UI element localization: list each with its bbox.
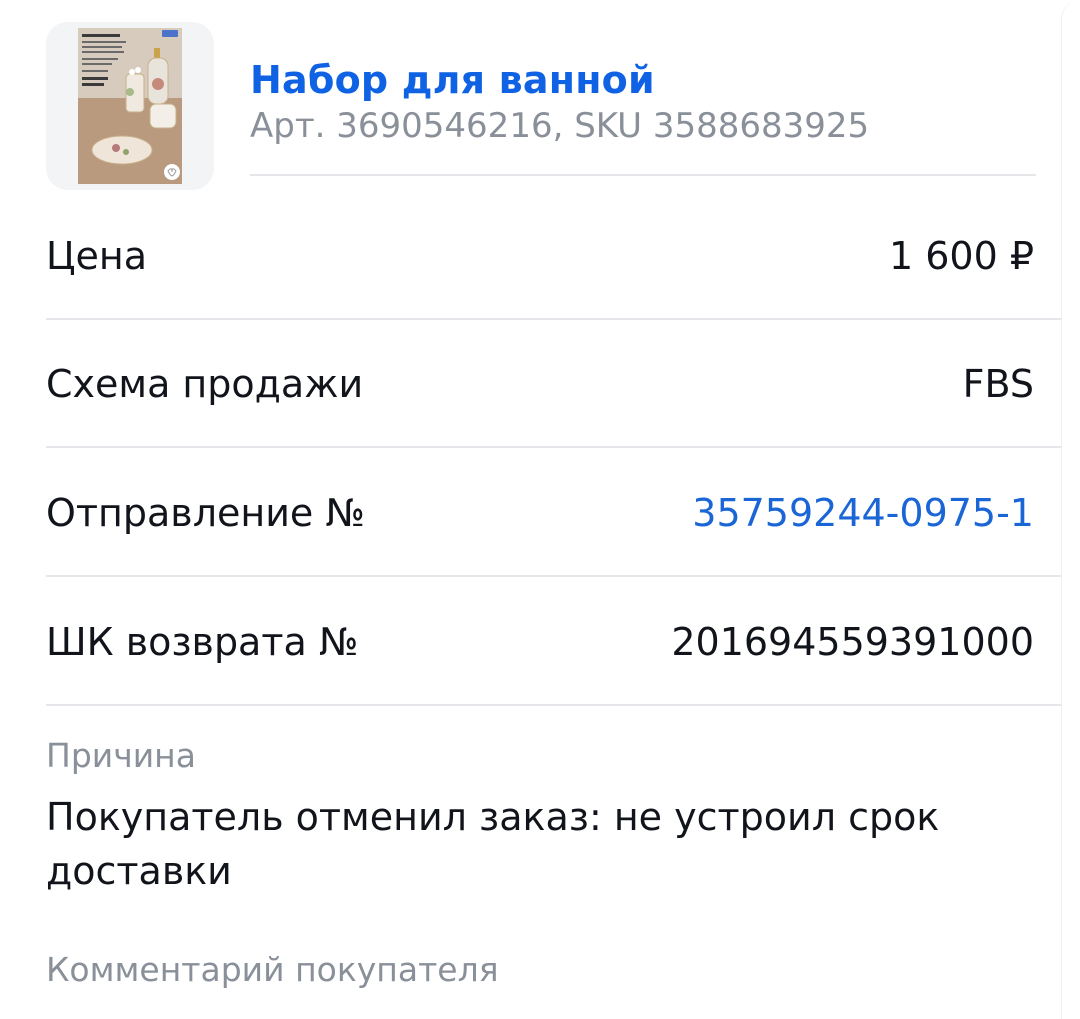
divider — [46, 446, 1080, 448]
sales-scheme-value: FBS — [962, 362, 1034, 406]
product-article-sku: Арт. 3690546216, SKU 3588683925 — [250, 106, 870, 146]
buyer-comment-caption: Комментарий покупателя — [46, 950, 499, 989]
return-details-card: Набор для ванной Арт. 3690546216, SKU 35… — [0, 0, 1080, 1019]
price-label: Цена — [46, 234, 148, 278]
shipment-number-link[interactable]: 35759244-0975-1 — [692, 491, 1034, 535]
divider — [46, 704, 1080, 706]
product-thumbnail[interactable] — [46, 22, 214, 190]
price-row: Цена 1 600 ₽ — [46, 192, 1080, 320]
divider — [250, 174, 1036, 176]
return-barcode-label: ШК возврата № — [46, 620, 359, 664]
product-header[interactable]: Набор для ванной Арт. 3690546216, SKU 35… — [46, 22, 1036, 192]
return-barcode-value: 201694559391000 — [671, 620, 1034, 664]
reason-text: Покупатель отменил заказ: не устроил сро… — [46, 795, 940, 893]
shipment-label: Отправление № — [46, 491, 365, 535]
sales-scheme-label: Схема продажи — [46, 362, 364, 406]
product-title[interactable]: Набор для ванной — [250, 58, 655, 102]
return-barcode-row: ШК возврата № 201694559391000 — [46, 578, 1080, 706]
shipment-row: Отправление № 35759244-0975-1 — [46, 449, 1080, 577]
product-photo-icon — [46, 22, 214, 190]
price-value: 1 600 ₽ — [888, 234, 1034, 278]
divider — [46, 575, 1080, 577]
sales-scheme-row: Схема продажи FBS — [46, 320, 1080, 448]
reason-caption: Причина — [46, 736, 196, 775]
